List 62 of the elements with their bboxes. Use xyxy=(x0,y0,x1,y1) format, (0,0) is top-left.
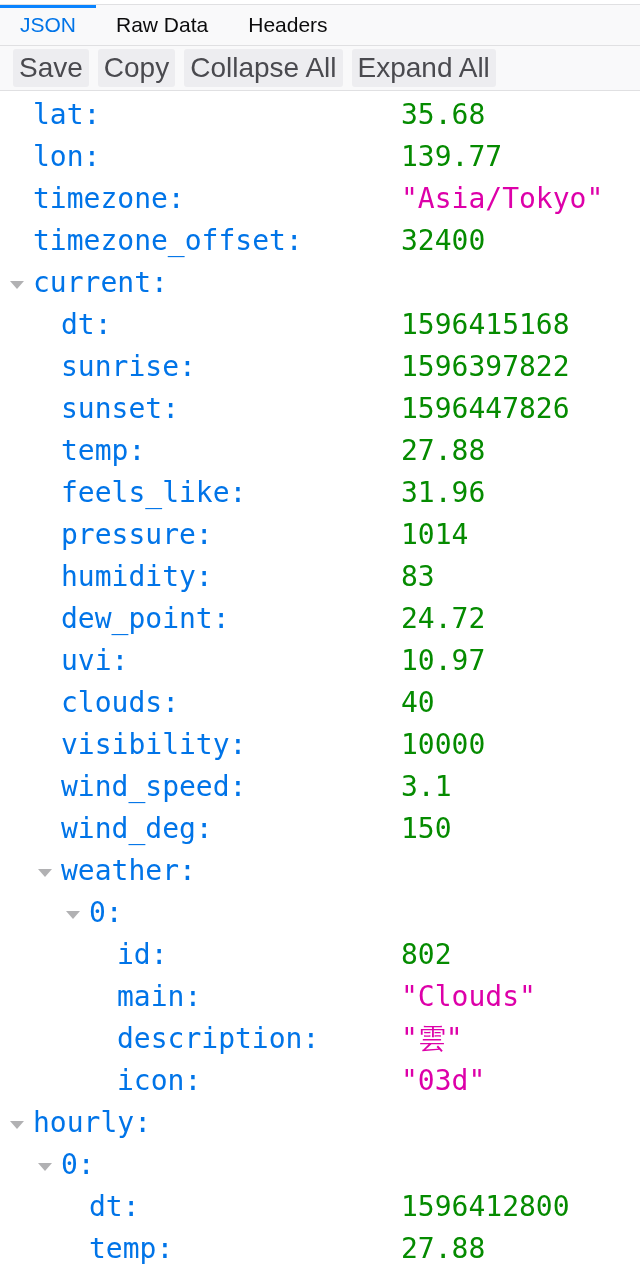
json-value: 27.88 xyxy=(401,1231,486,1267)
json-value: "Asia/Tokyo" xyxy=(401,181,604,217)
json-value: 31.96 xyxy=(401,475,486,511)
json-key: description: xyxy=(117,1018,320,1060)
caret-icon[interactable] xyxy=(38,869,52,877)
json-value: "03d" xyxy=(401,1063,486,1099)
json-key: uvi: xyxy=(61,640,129,682)
json-key[interactable]: weather: xyxy=(61,850,196,892)
json-key: temp: xyxy=(61,430,146,472)
json-key: sunset: xyxy=(61,388,179,430)
json-key: sunrise: xyxy=(61,346,196,388)
caret-icon[interactable] xyxy=(38,1163,52,1171)
json-value: "Clouds" xyxy=(401,979,536,1015)
json-value: 32400 xyxy=(401,223,486,259)
json-value: 10.97 xyxy=(401,643,486,679)
json-value: 24.72 xyxy=(401,601,486,637)
json-value: 1014 xyxy=(401,517,469,553)
json-key[interactable]: hourly: xyxy=(33,1102,151,1144)
json-key: lat: xyxy=(33,94,101,136)
json-key: temp: xyxy=(89,1228,174,1270)
json-key[interactable]: current: xyxy=(33,262,168,304)
json-key: timezone_offset: xyxy=(33,220,303,262)
json-key: lon: xyxy=(33,136,101,178)
json-key: pressure: xyxy=(61,514,213,556)
json-value: 1596397822 xyxy=(401,349,570,385)
tab[interactable]: Raw Data xyxy=(96,5,229,45)
json-key[interactable]: 0: xyxy=(61,1144,95,1186)
json-value: 1596415168 xyxy=(401,307,570,343)
json-value: 150 xyxy=(401,811,452,847)
json-value: 1596447826 xyxy=(401,391,570,427)
json-value: 83 xyxy=(401,559,435,595)
caret-icon[interactable] xyxy=(10,1121,24,1129)
toolbar-button[interactable]: Copy xyxy=(97,49,176,87)
caret-icon[interactable] xyxy=(10,281,24,289)
caret-icon[interactable] xyxy=(66,911,80,919)
json-key: dt: xyxy=(89,1186,140,1228)
json-value: 10000 xyxy=(401,727,486,763)
json-key[interactable]: 0: xyxy=(89,892,123,934)
json-value: 40 xyxy=(401,685,435,721)
json-value: 1596412800 xyxy=(401,1189,570,1225)
json-value: 3.1 xyxy=(401,769,452,805)
json-key: id: xyxy=(117,934,168,976)
json-key: feels_like: xyxy=(61,472,247,514)
toolbar-button[interactable]: Expand All xyxy=(351,49,496,87)
json-key: wind_speed: xyxy=(61,766,247,808)
toolbar-button[interactable]: Collapse All xyxy=(184,49,343,87)
json-value: "雲" xyxy=(401,1021,463,1057)
json-value: 139.77 xyxy=(401,139,503,175)
tab[interactable]: Headers xyxy=(228,5,348,45)
json-key: clouds: xyxy=(61,682,179,724)
json-value: 27.88 xyxy=(401,433,486,469)
toolbar-button[interactable]: Save xyxy=(13,49,89,87)
json-key: main: xyxy=(117,976,202,1018)
json-key: visibility: xyxy=(61,724,247,766)
json-value: 802 xyxy=(401,937,452,973)
json-key: icon: xyxy=(117,1060,202,1102)
json-key: humidity: xyxy=(61,556,213,598)
json-key: dt: xyxy=(61,304,112,346)
json-key: dew_point: xyxy=(61,598,230,640)
json-value: 35.68 xyxy=(401,97,486,133)
json-key: wind_deg: xyxy=(61,808,213,850)
json-key: timezone: xyxy=(33,178,185,220)
